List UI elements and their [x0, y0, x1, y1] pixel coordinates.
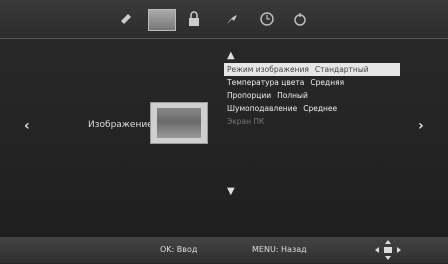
menu-item-pc-screen: Экран ПК	[224, 115, 400, 128]
option-icon[interactable]	[292, 10, 308, 28]
menu-item-label: Пропорции	[227, 91, 272, 100]
menu-item-aspect-ratio[interactable]: Пропорции Полный	[224, 89, 400, 102]
scroll-down-icon[interactable]: ▼	[227, 186, 235, 197]
menu-item-value: Стандартный	[314, 65, 369, 74]
scroll-up-icon[interactable]: ▲	[227, 50, 235, 61]
tv-menu-screen: ‹ › Изображение ▲ ▼ Режим изображения Ста…	[0, 0, 448, 263]
menu-item-label: Шумоподавление	[227, 104, 298, 113]
menu-item-value: Полный	[277, 91, 308, 100]
menu-item-noise-reduction[interactable]: Шумоподавление Среднее	[224, 102, 400, 115]
top-menu-bar	[0, 0, 448, 38]
picture-icon[interactable]	[148, 9, 176, 31]
setup-icon[interactable]	[224, 10, 240, 28]
picture-thumbnail-icon	[150, 102, 208, 144]
settings-menu: Режим изображения Стандартный Температура…	[224, 63, 400, 128]
sound-icon[interactable]	[118, 10, 134, 28]
time-icon[interactable]	[258, 10, 276, 28]
page-title: Изображение	[88, 120, 153, 130]
navigation-pad-icon	[375, 240, 401, 260]
left-arrow-icon[interactable]: ‹	[24, 118, 30, 134]
menu-item-value: Средняя	[310, 78, 345, 87]
menu-item-color-temperature[interactable]: Температура цвета Средняя	[224, 76, 400, 89]
menu-item-value: Среднее	[303, 104, 338, 113]
lock-icon[interactable]	[186, 10, 202, 28]
divider	[0, 38, 448, 39]
ok-hint: OK: Ввод	[160, 245, 198, 254]
menu-item-label: Экран ПК	[227, 117, 265, 126]
menu-item-label: Температура цвета	[227, 78, 305, 87]
menu-hint: MENU: Назад	[252, 245, 307, 254]
right-arrow-icon[interactable]: ›	[418, 118, 424, 134]
menu-item-label: Режим изображения	[227, 65, 309, 74]
menu-item-picture-mode[interactable]: Режим изображения Стандартный	[224, 63, 400, 76]
